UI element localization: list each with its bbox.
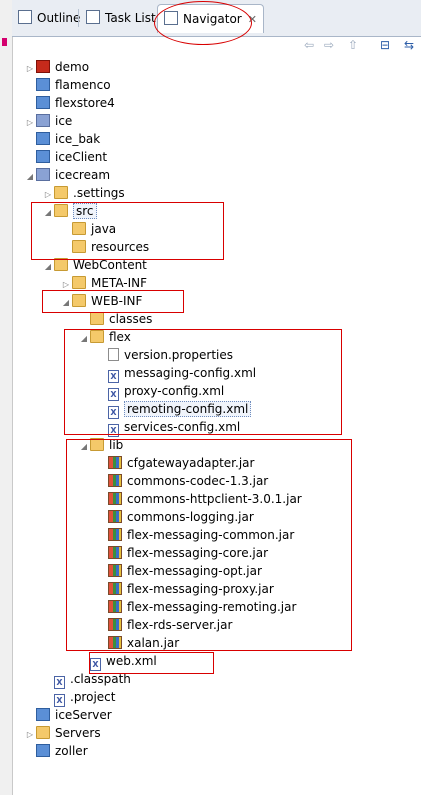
tree-item-label: demo <box>55 60 90 74</box>
tree-item-settings[interactable]: ▷ .settings <box>42 184 125 202</box>
collapse-icon[interactable]: ◢ <box>24 168 36 186</box>
annotation-box-src <box>31 202 224 260</box>
tree-item-servers[interactable]: ▷ Servers <box>24 724 101 742</box>
tree-item-iceserver[interactable]: iceServer <box>24 706 112 724</box>
project-icon <box>36 708 50 721</box>
tree-item-icecream[interactable]: ◢ icecream <box>24 166 110 184</box>
project-icon <box>36 132 50 145</box>
tree-item-label: .settings <box>73 186 125 200</box>
tree-item-label: flamenco <box>55 78 111 92</box>
tree-item-label: iceServer <box>55 708 112 722</box>
tree-item-label: Servers <box>55 726 101 740</box>
tree-item-label: zoller <box>55 744 88 758</box>
folder-icon <box>72 276 86 289</box>
tree-item-label: .project <box>70 690 116 704</box>
link-with-editor-icon[interactable]: ⇆ <box>402 38 416 52</box>
tree-item-flexstore4[interactable]: flexstore4 <box>24 94 115 112</box>
forward-icon[interactable]: ⇨ <box>322 38 336 52</box>
annotation-box-web-inf <box>42 290 184 313</box>
back-icon[interactable]: ⇦ <box>302 38 316 52</box>
outline-icon <box>18 10 32 24</box>
tree-item-iceclient[interactable]: iceClient <box>24 148 107 166</box>
tree-item-label: iceClient <box>55 150 108 164</box>
tab-divider <box>78 9 79 27</box>
tree-item-label: flexstore4 <box>55 96 115 110</box>
tree-item-zoller[interactable]: zoller <box>24 742 88 760</box>
java-project-icon <box>36 168 50 181</box>
marker-icon <box>2 38 7 46</box>
project-icon <box>36 150 50 163</box>
navigator-toolbar: ⇦ ⇨ ⇧ ⊟ ⇆ <box>12 37 421 55</box>
project-icon <box>36 744 50 757</box>
tree-item-demo[interactable]: ▷ demo <box>24 58 89 76</box>
tab-label: Task List <box>105 11 156 25</box>
annotation-box-web-xml <box>89 652 214 674</box>
tree-item-ice-bak[interactable]: ice_bak <box>24 130 100 148</box>
flex-project-icon <box>36 60 50 73</box>
folder-icon <box>90 312 104 325</box>
tree-item-label: WebContent <box>73 258 147 272</box>
tab-label: Outline <box>37 11 81 25</box>
tree-item-label: .classpath <box>70 672 131 686</box>
task-list-icon <box>86 10 100 24</box>
folder-icon <box>54 186 68 199</box>
tree-item-project-file[interactable]: .project <box>42 688 116 707</box>
tree-item-label: ice_bak <box>55 132 101 146</box>
tree-item-ice[interactable]: ▷ ice <box>24 112 72 130</box>
tree-item-label: icecream <box>55 168 111 182</box>
tree-item-label: classes <box>109 312 153 326</box>
project-icon <box>36 78 50 91</box>
tab-task-list[interactable]: Task List <box>86 4 156 32</box>
tree-item-flamenco[interactable]: flamenco <box>24 76 111 94</box>
tree-item-label: ice <box>55 114 73 128</box>
project-icon <box>36 96 50 109</box>
java-project-icon <box>36 114 50 127</box>
up-icon[interactable]: ⇧ <box>346 38 360 52</box>
tab-outline[interactable]: Outline <box>18 4 80 32</box>
folder-icon <box>36 726 50 739</box>
annotation-box-flex <box>64 329 342 435</box>
left-edge-strip <box>0 0 13 795</box>
tree-item-label: META-INF <box>91 276 148 290</box>
collapse-all-icon[interactable]: ⊟ <box>378 38 392 52</box>
annotation-box-lib <box>66 439 352 651</box>
collapse-icon[interactable]: ◢ <box>42 258 54 276</box>
